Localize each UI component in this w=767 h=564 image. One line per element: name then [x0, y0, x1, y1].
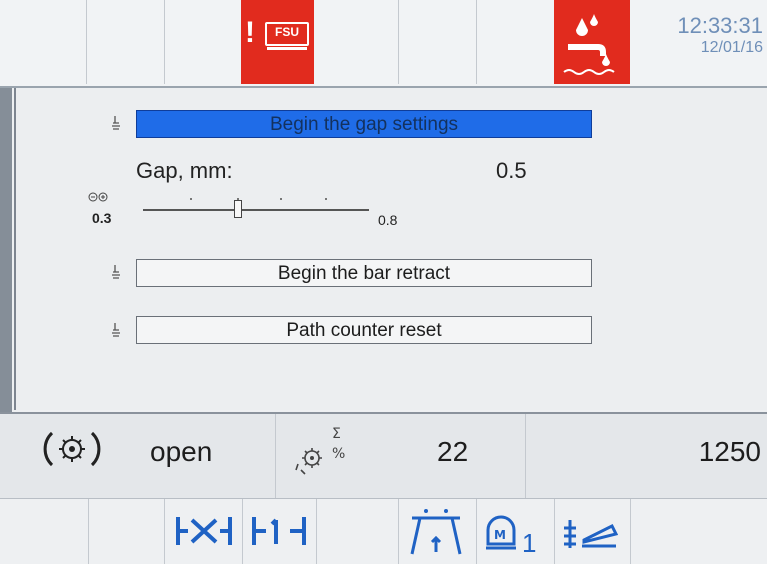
clock-date: 12/01/16	[700, 39, 763, 56]
hand-pointer-icon	[112, 265, 120, 279]
counter-value: 22	[437, 436, 469, 467]
top-slot-3[interactable]	[164, 0, 242, 84]
gap-slider-track[interactable]	[143, 209, 369, 211]
gap-slider-min: 0.3	[92, 210, 112, 226]
alert-exclamation: !	[245, 16, 255, 49]
gap-slider-max: 0.8	[378, 212, 398, 228]
top-slot-5[interactable]	[314, 0, 399, 84]
path-counter-reset-button[interactable]: Path counter reset	[136, 316, 592, 344]
gap-value: 0.5	[496, 158, 527, 183]
begin-bar-retract-button[interactable]: Begin the bar retract	[136, 259, 592, 287]
sum-percent-gear-icon: Σ %	[295, 426, 345, 475]
bottom-toolbar	[0, 498, 767, 564]
clamp-state: open	[150, 436, 213, 467]
manual-mode-suffix: 1	[522, 528, 537, 558]
top-slot-1[interactable]	[0, 0, 87, 84]
clock: 12:33:31 12/01/16	[677, 14, 763, 58]
top-slot-6[interactable]	[398, 0, 477, 84]
manual-mode-icon: M	[486, 515, 516, 550]
total-value: 1250	[698, 436, 761, 467]
path-icon	[410, 509, 462, 555]
toolbar-slot-2[interactable]	[88, 499, 165, 564]
svg-text:%: %	[332, 446, 345, 462]
svg-text:Σ: Σ	[332, 426, 341, 442]
gap-label: Gap, mm:	[136, 158, 233, 183]
clamp-gear-icon	[43, 431, 101, 467]
begin-gap-settings-button[interactable]: Begin the gap settings	[136, 110, 592, 138]
clock-time: 12:33:31	[677, 13, 763, 38]
slider-tick	[190, 198, 192, 200]
hand-pointer-icon	[112, 323, 120, 337]
coolant-tile[interactable]	[554, 0, 630, 84]
fsu-alarm-tile[interactable]: ! FSU	[241, 0, 314, 84]
slider-tick	[280, 198, 282, 200]
fsu-alarm-icon: FSU	[265, 22, 309, 46]
toolbar-slot-9[interactable]	[630, 499, 767, 564]
hand-pointer-icon	[112, 116, 120, 130]
bar-feed-icon	[564, 520, 618, 548]
machine-status-bar	[0, 412, 767, 500]
top-status-bar: ! FSU 12:33:31 12/01/16	[0, 0, 767, 88]
slider-tick	[325, 198, 327, 200]
gap-slider-thumb[interactable]	[233, 200, 242, 218]
top-slot-7[interactable]	[476, 0, 555, 84]
toolbar-slot-1[interactable]	[0, 499, 89, 564]
top-slot-2[interactable]	[86, 0, 165, 84]
gap-adjust-icon	[88, 192, 108, 202]
gap-tool-icon	[176, 517, 232, 545]
edge-tool-icon	[252, 517, 306, 545]
svg-text:M: M	[494, 528, 506, 542]
coolant-icon	[563, 14, 615, 75]
fsu-underline	[267, 47, 307, 50]
toolbar-slot-5[interactable]	[316, 499, 399, 564]
